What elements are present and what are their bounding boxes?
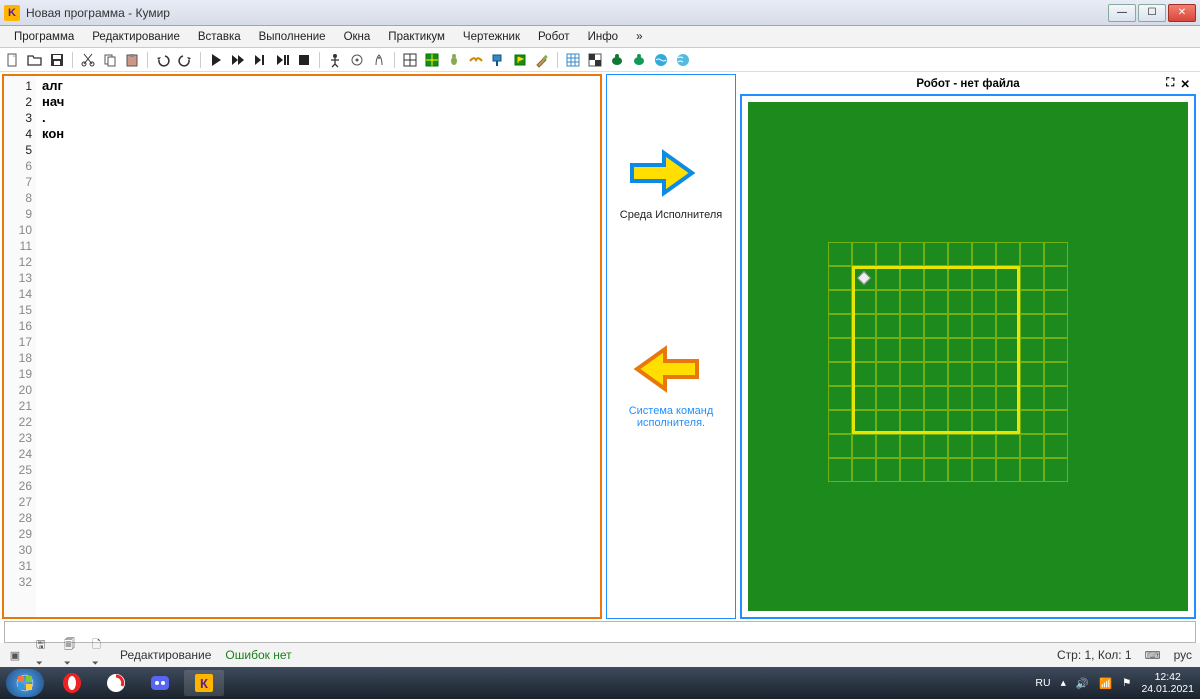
robot-field[interactable] — [748, 102, 1188, 611]
arrow-right-icon — [620, 145, 700, 201]
taskbar-kumir-icon[interactable]: К — [184, 670, 224, 696]
menu-bar: Программа Редактирование Вставка Выполне… — [0, 26, 1200, 48]
actor-turtle1-button[interactable] — [608, 51, 626, 69]
actor-2-button[interactable] — [348, 51, 366, 69]
new-file-button[interactable] — [4, 51, 22, 69]
window-titlebar: K Новая программа - Кумир — ☐ ✕ — [0, 0, 1200, 26]
step-into-button[interactable] — [273, 51, 291, 69]
maximize-button[interactable]: ☐ — [1138, 4, 1166, 22]
actor-ant-button[interactable] — [445, 51, 463, 69]
menu-drafter[interactable]: Чертежник — [455, 29, 528, 45]
panel-maximize-icon[interactable]: ⛶ — [1166, 77, 1174, 91]
menu-more[interactable]: » — [628, 29, 650, 45]
status-mode: Редактирование — [120, 648, 211, 662]
minimize-button[interactable]: — — [1108, 4, 1136, 22]
redo-button[interactable] — [176, 51, 194, 69]
tray-network-icon[interactable]: 📶 — [1099, 677, 1112, 690]
tray-sound-icon[interactable]: 🔊 — [1076, 677, 1089, 690]
menu-program[interactable]: Программа — [6, 29, 82, 45]
undo-button[interactable] — [154, 51, 172, 69]
toolbar — [0, 48, 1200, 72]
panel-close-icon[interactable]: ✕ — [1180, 77, 1190, 91]
actor-3-button[interactable] — [370, 51, 388, 69]
hint-label-2b: исполнителя. — [629, 417, 714, 429]
menu-insert[interactable]: Вставка — [190, 29, 249, 45]
hint-panel: Среда Исполнителя Система команд исполни… — [606, 74, 736, 619]
hint-label-1: Среда Исполнителя — [620, 209, 722, 221]
taskbar-app2-icon[interactable] — [96, 670, 136, 696]
menu-robot[interactable]: Робот — [530, 29, 578, 45]
stop-button[interactable] — [295, 51, 313, 69]
close-button[interactable]: ✕ — [1168, 4, 1196, 22]
run-fast-button[interactable] — [229, 51, 247, 69]
robot-panel-header: Робот - нет файла ⛶ ✕ — [740, 74, 1196, 94]
status-bar: ▣ 🖫⏷ 🗐⏷ 🗋⏷ Редактирование Ошибок нет Стр… — [0, 643, 1200, 667]
line-gutter: 1234567891011121314151617181920212223242… — [4, 76, 36, 617]
save-file-button[interactable] — [48, 51, 66, 69]
menu-info[interactable]: Инфо — [580, 29, 626, 45]
menu-practicum[interactable]: Практикум — [380, 29, 453, 45]
taskbar-discord-icon[interactable] — [140, 670, 180, 696]
grid-1-button[interactable] — [401, 51, 419, 69]
robot-grid — [828, 242, 1068, 482]
status-cursor: Стр: 1, Кол: 1 — [1057, 648, 1132, 662]
robot-panel: Робот - нет файла ⛶ ✕ — [740, 74, 1196, 619]
actor-1-button[interactable] — [326, 51, 344, 69]
keyboard-icon[interactable]: ⌨ — [1146, 648, 1160, 662]
tray-date: 24.01.2021 — [1141, 683, 1194, 695]
cut-button[interactable] — [79, 51, 97, 69]
status-lang: рус — [1174, 648, 1192, 662]
status-errors: Ошибок нет — [225, 648, 291, 662]
code-editor[interactable]: 1234567891011121314151617181920212223242… — [2, 74, 602, 619]
robot-field-container — [740, 94, 1196, 619]
robot-panel-title: Робот - нет файла — [916, 78, 1019, 90]
status-icon-3[interactable]: 🗐⏷ — [64, 648, 78, 662]
step-button[interactable] — [251, 51, 269, 69]
tray-arrow-icon[interactable]: ▴ — [1061, 677, 1066, 689]
actor-water-button[interactable] — [652, 51, 670, 69]
menu-edit[interactable]: Редактирование — [84, 29, 188, 45]
taskbar-opera-icon[interactable] — [52, 670, 92, 696]
status-icon-1[interactable]: ▣ — [8, 648, 22, 662]
menu-run[interactable]: Выполнение — [251, 29, 334, 45]
actor-check-button[interactable] — [586, 51, 604, 69]
actor-paint-button[interactable] — [489, 51, 507, 69]
hint-label-2a: Система команд — [629, 405, 714, 417]
actor-flag-button[interactable] — [511, 51, 529, 69]
actor-bird-button[interactable] — [467, 51, 485, 69]
code-textarea[interactable]: алгнач.кон — [36, 76, 600, 617]
arrow-left-icon — [629, 341, 709, 397]
open-file-button[interactable] — [26, 51, 44, 69]
paste-button[interactable] — [123, 51, 141, 69]
actor-brush-button[interactable] — [533, 51, 551, 69]
grid-2-button[interactable] — [423, 51, 441, 69]
status-icon-4[interactable]: 🗋⏷ — [92, 648, 106, 662]
actor-turtle2-button[interactable] — [630, 51, 648, 69]
actor-wave-button[interactable] — [674, 51, 692, 69]
app-icon: K — [4, 5, 20, 21]
copy-button[interactable] — [101, 51, 119, 69]
main-area: 1234567891011121314151617181920212223242… — [0, 72, 1200, 621]
tray-flag-icon[interactable]: ⚑ — [1122, 677, 1131, 689]
tray-lang[interactable]: RU — [1035, 677, 1050, 689]
window-title: Новая программа - Кумир — [26, 6, 1108, 20]
output-console[interactable] — [4, 621, 1196, 643]
tray-time: 12:42 — [1141, 671, 1194, 683]
actor-grid3-button[interactable] — [564, 51, 582, 69]
run-button[interactable] — [207, 51, 225, 69]
menu-windows[interactable]: Окна — [336, 29, 379, 45]
status-icon-2[interactable]: 🖫⏷ — [36, 648, 50, 662]
start-button[interactable] — [6, 669, 44, 697]
taskbar: К RU ▴ 🔊 📶 ⚑ 12:42 24.01.2021 — [0, 667, 1200, 699]
